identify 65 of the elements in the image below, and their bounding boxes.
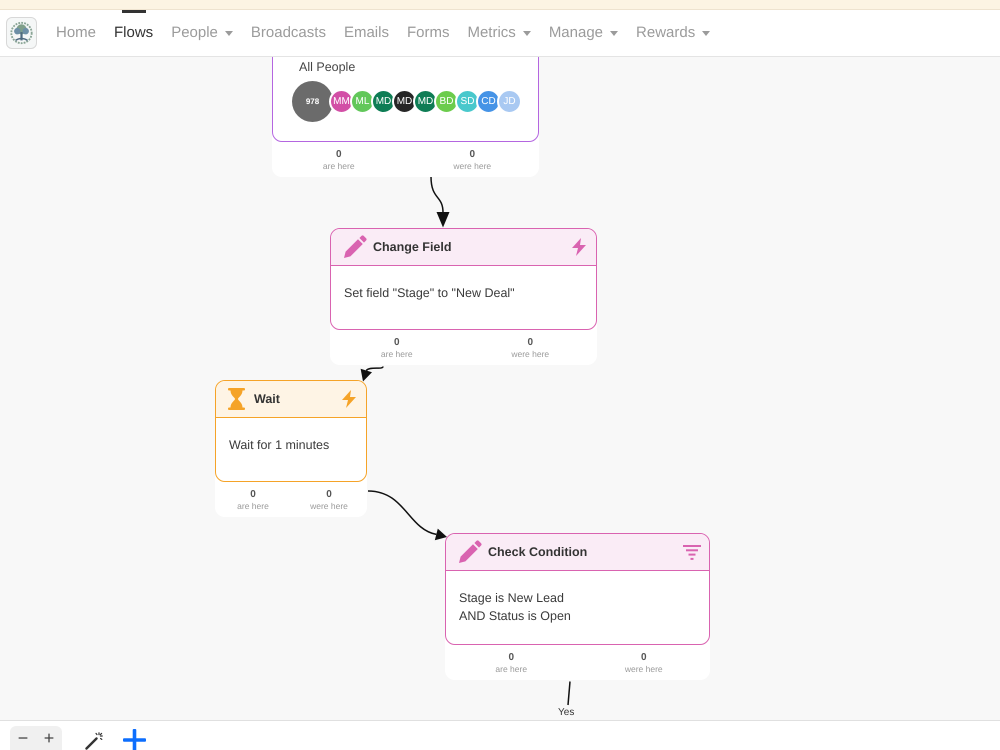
node-title: Change Field: [373, 238, 452, 256]
stat-label: were here: [453, 161, 492, 172]
stat-label: were here: [624, 664, 663, 675]
plus-icon[interactable]: [123, 729, 146, 750]
node-title: Check Condition: [488, 544, 588, 561]
hourglass-icon: [228, 388, 245, 410]
node-description: Wait for 1 minutes: [229, 437, 330, 454]
filter-icon: [683, 544, 701, 560]
avatar-initials: ML: [350, 89, 375, 114]
avatar-initials: SD: [455, 89, 480, 114]
flow-step-node[interactable]: Check Condition Stage is New Lead AND Status is Open: [445, 533, 710, 645]
connector-line: [567, 681, 571, 706]
pencil-icon: [343, 235, 367, 259]
nav-tab[interactable]: Broadcasts: [242, 10, 335, 56]
stat-label: are here: [380, 349, 413, 360]
magic-wand-icon[interactable]: [85, 732, 103, 750]
avatar-initials: MD: [392, 89, 417, 114]
flow-step-node[interactable]: Change Field Set field "Stage" to "New Deal": [330, 228, 597, 330]
stat-value: 0: [508, 652, 514, 664]
flow-step-node[interactable]: Wait Wait for 1 minutes: [215, 380, 367, 482]
lightning-icon: [340, 390, 358, 408]
people-count-circle: 978: [292, 81, 333, 122]
connector-arrow: [360, 366, 384, 382]
avatar-initials: MD: [413, 89, 438, 114]
pencil-icon: [458, 540, 482, 564]
nav-tab[interactable]: Emails: [334, 10, 398, 56]
caret-icon: [522, 30, 531, 36]
logo-icon[interactable]: [6, 17, 37, 49]
stat-label: are here: [495, 664, 528, 675]
branch-label: Yes: [558, 707, 574, 719]
lightning-icon: [570, 238, 588, 256]
stat-value: 0: [527, 337, 534, 349]
node-description: AND Status is Open: [459, 608, 572, 625]
node-description: Stage is New Lead: [459, 590, 565, 607]
nav-menu-tab[interactable]: Rewards: [627, 10, 720, 56]
stat-value: 0: [250, 489, 256, 501]
nav-menu-tab[interactable]: People: [162, 10, 242, 56]
zoom-in-button[interactable]: +: [36, 726, 62, 750]
nav-menu-tab[interactable]: Metrics: [458, 10, 540, 56]
stat-label: are here: [322, 161, 355, 172]
zoom-out-button[interactable]: −: [10, 726, 36, 750]
caret-icon: [224, 30, 233, 36]
audience-label: All People: [299, 60, 356, 74]
stat-label: were here: [511, 349, 550, 360]
avatar-initials: BD: [434, 89, 459, 114]
stat-label: are here: [237, 501, 269, 512]
avatar-initials: MM: [329, 89, 354, 114]
node-title: Wait: [254, 390, 281, 408]
avatar-initials: MD: [371, 89, 396, 114]
node-description: Set field "Stage" to "New Deal": [344, 285, 516, 302]
stat-value: 0: [336, 149, 342, 161]
caret-icon: [610, 30, 618, 36]
trigger-node[interactable]: All People 978 MM ML MD MD MD BD SD CD JD: [272, 57, 539, 142]
stat-value: 0: [640, 652, 647, 664]
stat-value: 0: [326, 489, 332, 501]
nav-tab[interactable]: Forms: [398, 10, 458, 56]
connector-arrow: [430, 176, 450, 228]
nav-menu-tab[interactable]: Manage: [540, 10, 628, 56]
nav-tab[interactable]: Home: [47, 10, 106, 56]
stat-value: 0: [469, 149, 476, 161]
caret-icon: [702, 30, 710, 36]
avatar-initials: CD: [476, 89, 501, 114]
stat-value: 0: [394, 337, 400, 349]
avatar-initials: JD: [497, 89, 522, 114]
stat-label: were here: [310, 501, 348, 512]
